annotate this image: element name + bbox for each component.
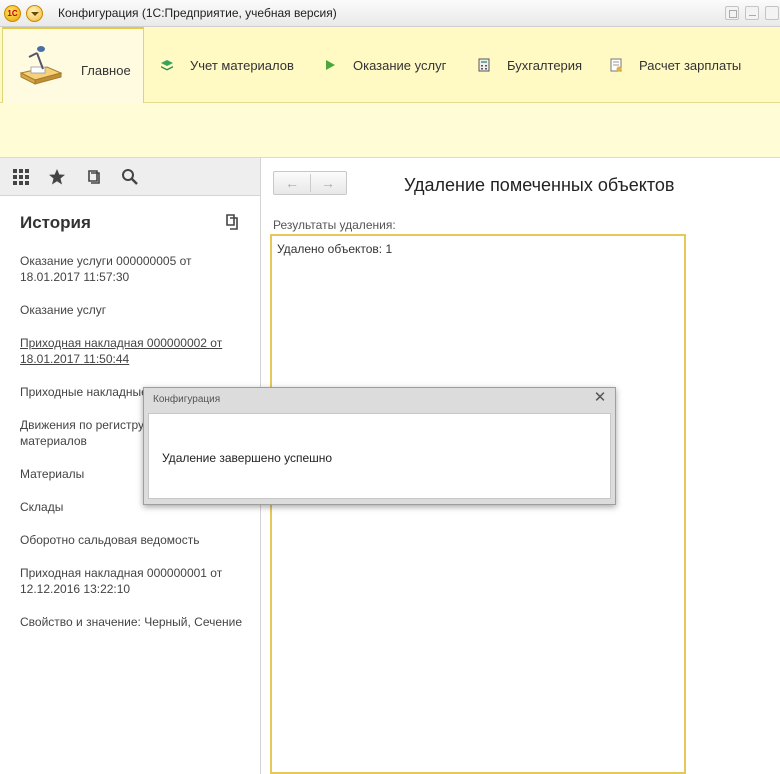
nav-separator [310,174,311,192]
window-titlebar: 1С Конфигурация (1С:Предприятие, учебная… [0,0,780,27]
message-dialog: Конфигурация ✕ Удаление завершено успешн… [143,387,616,505]
history-item[interactable]: Оказание услуг [20,302,250,318]
section-services[interactable]: Оказание услуг [323,27,446,103]
section-commands-strip [0,103,780,158]
app-logo-text: 1С [7,9,18,18]
dialog-title: Конфигурация [153,394,221,405]
apps-grid-icon[interactable] [12,168,30,186]
minimize-window-button[interactable] [745,6,759,20]
desk-lamp-icon [19,46,63,85]
play-icon [326,60,335,70]
section-main[interactable]: Главное [2,27,144,103]
section-services-label: Оказание услуг [353,57,447,73]
star-icon[interactable] [48,168,66,186]
section-accounting[interactable]: Бухгалтерия [477,27,582,103]
restore-window-button[interactable] [725,6,739,20]
left-toolbar [0,158,260,196]
section-payroll[interactable]: Расчет зарплаты [609,27,741,103]
history-item[interactable]: Свойство и значение: Черный, Сечение [20,614,250,630]
section-materials[interactable]: Учет материалов [160,27,294,103]
app-logo-icon[interactable]: 1С [4,5,21,22]
result-text: Удалено объектов: 1 [277,242,393,256]
layers-icon [161,60,173,71]
forward-arrow-icon[interactable]: → [319,175,337,191]
history-title: История [20,213,91,232]
history-item[interactable]: Приходная накладная 000000001 от 12.12.2… [20,565,250,597]
window-title: Конфигурация (1С:Предприятие, учебная ве… [58,6,337,20]
close-icon[interactable]: ✕ [593,390,607,405]
close-window-button[interactable] [765,6,779,20]
history-icon[interactable] [85,168,103,186]
dialog-message: Удаление завершено успешно [162,451,333,465]
section-materials-label: Учет материалов [190,57,294,73]
section-accounting-label: Бухгалтерия [507,57,583,73]
copy-history-icon[interactable] [224,213,240,231]
section-payroll-label: Расчет зарплаты [639,57,742,73]
section-main-label: Главное [81,63,131,78]
page-title: Удаление помеченных объектов [404,175,675,195]
history-item[interactable]: Оборотно сальдовая ведомость [20,532,250,548]
back-arrow-icon[interactable]: ← [283,175,301,191]
dialog-body: Удаление завершено успешно [148,413,611,499]
sections-panel: Главное Учет материалов Оказание услуг Б… [0,27,780,103]
history-item[interactable]: Приходная накладная 000000002 от 18.01.2… [20,335,250,367]
payroll-icon [610,58,622,72]
main-menu-button[interactable] [26,5,43,22]
search-icon[interactable] [121,168,139,186]
calculator-icon [478,58,490,72]
navigation-buttons: ← → [273,171,347,195]
history-item[interactable]: Оказание услуги 000000005 от 18.01.2017 … [20,253,250,285]
result-label: Результаты удаления: [273,218,396,232]
